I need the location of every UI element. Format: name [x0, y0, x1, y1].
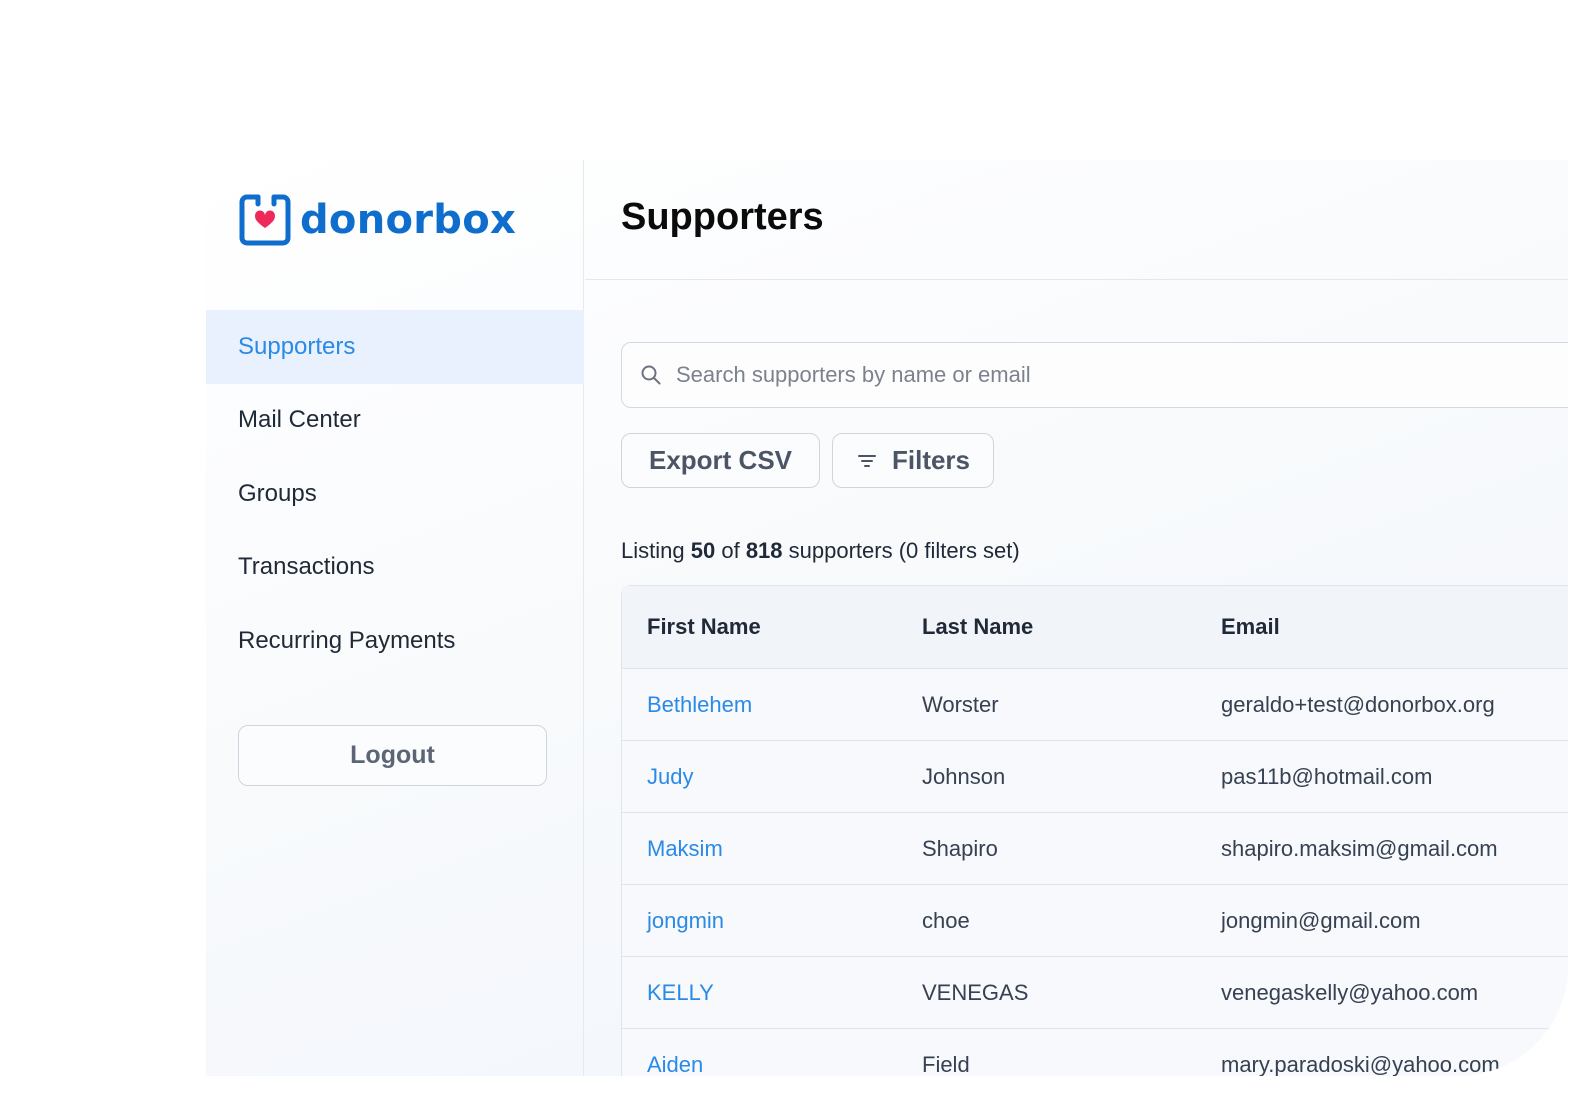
- first-name-link[interactable]: Maksim: [622, 836, 922, 862]
- main-content: Supporters Export CSV Filters Listing 50…: [585, 160, 1568, 1076]
- sidebar-item-transactions[interactable]: Transactions: [206, 531, 584, 605]
- listing-summary: Listing 50 of 818 supporters (0 filters …: [621, 538, 1020, 564]
- first-name-link[interactable]: Judy: [622, 764, 922, 790]
- last-name-cell: Shapiro: [922, 835, 998, 861]
- sidebar-item-recurring-payments[interactable]: Recurring Payments: [206, 604, 584, 678]
- supporters-table: First Name Last Name Email Bethlehem Wor…: [621, 585, 1568, 1076]
- first-name-link[interactable]: jongmin: [622, 908, 922, 934]
- last-name-cell: VENEGAS: [922, 979, 1029, 1005]
- table-row: Maksim Shapiro shapiro.maksim@gmail.com: [622, 813, 1568, 885]
- page-title: Supporters: [621, 196, 824, 238]
- filter-icon: [857, 454, 876, 467]
- listing-prefix: Listing: [621, 538, 685, 563]
- app-window: donorbox Supporters Mail Center Groups T…: [206, 160, 1568, 1076]
- sidebar-item-supporters[interactable]: Supporters: [206, 310, 584, 384]
- logo[interactable]: donorbox: [238, 193, 516, 247]
- last-name-cell: choe: [922, 907, 970, 933]
- email-cell: venegaskelly@yahoo.com: [1221, 979, 1479, 1005]
- sidebar-item-groups[interactable]: Groups: [206, 457, 584, 531]
- brand-name: donorbox: [300, 197, 517, 243]
- page-header: Supporters: [585, 160, 1568, 280]
- listing-of: of: [721, 538, 740, 563]
- filters-button[interactable]: Filters: [832, 433, 994, 488]
- sidebar-nav: Supporters Mail Center Groups Transactio…: [206, 310, 584, 678]
- search-input[interactable]: [676, 362, 1476, 388]
- search-icon: [641, 365, 661, 385]
- export-csv-button[interactable]: Export CSV: [621, 433, 820, 488]
- search-box[interactable]: [621, 342, 1568, 408]
- logout-button[interactable]: Logout: [238, 725, 547, 786]
- email-cell: jongmin@gmail.com: [1221, 907, 1421, 933]
- sidebar-item-mail-center[interactable]: Mail Center: [206, 384, 584, 458]
- last-name-cell: Field: [922, 1051, 970, 1077]
- email-cell: mary.paradoski@yahoo.com: [1221, 1051, 1500, 1077]
- donorbox-logo-icon: [239, 194, 291, 246]
- listing-total-count: 818: [745, 538, 783, 563]
- table-row: Bethlehem Worster geraldo+test@donorbox.…: [622, 669, 1568, 741]
- listing-suffix: supporters (0 filters set): [788, 538, 1020, 563]
- sidebar: donorbox Supporters Mail Center Groups T…: [206, 160, 584, 1076]
- first-name-link[interactable]: Bethlehem: [622, 692, 922, 718]
- column-header-last-name[interactable]: Last Name: [922, 614, 1221, 640]
- listing-shown-count: 50: [690, 538, 716, 563]
- filters-label: Filters: [891, 445, 971, 475]
- table-row: KELLY VENEGAS venegaskelly@yahoo.com: [622, 957, 1568, 1029]
- first-name-link[interactable]: KELLY: [622, 980, 922, 1006]
- first-name-link[interactable]: Aiden: [622, 1052, 922, 1077]
- last-name-cell: Worster: [922, 691, 999, 717]
- table-row: Aiden Field mary.paradoski@yahoo.com: [622, 1029, 1568, 1077]
- last-name-cell: Johnson: [922, 763, 1006, 789]
- table-row: Judy Johnson pas11b@hotmail.com: [622, 741, 1568, 813]
- email-cell: shapiro.maksim@gmail.com: [1221, 835, 1498, 861]
- column-header-first-name[interactable]: First Name: [622, 614, 922, 640]
- email-cell: pas11b@hotmail.com: [1221, 763, 1433, 789]
- table-row: jongmin choe jongmin@gmail.com: [622, 885, 1568, 957]
- table-header: First Name Last Name Email: [622, 586, 1568, 669]
- column-header-email[interactable]: Email: [1221, 614, 1568, 640]
- email-cell: geraldo+test@donorbox.org: [1221, 691, 1495, 717]
